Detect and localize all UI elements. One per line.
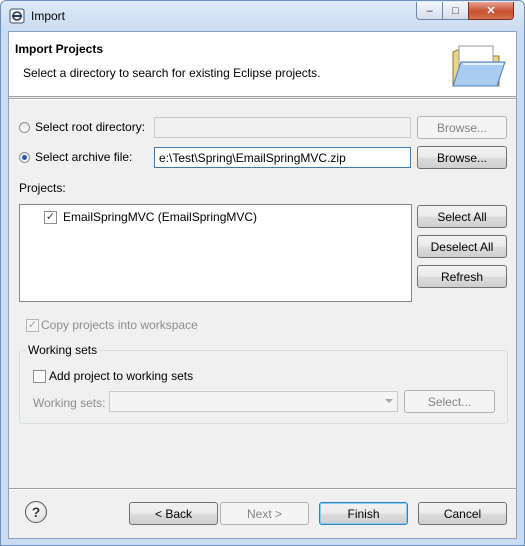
- project-checkbox[interactable]: ✓: [44, 211, 57, 224]
- finish-button[interactable]: Finish: [319, 502, 408, 525]
- root-directory-label: Select root directory:: [35, 120, 146, 134]
- folder-icon: [452, 45, 506, 87]
- root-directory-radio[interactable]: [19, 122, 30, 133]
- close-icon: ✕: [486, 5, 496, 17]
- dialog-client-area: Import Projects Select a directory to se…: [8, 31, 517, 539]
- working-sets-label: Working sets:: [33, 396, 106, 410]
- copy-projects-checkbox[interactable]: ✓: [26, 319, 39, 332]
- maximize-icon: □: [452, 4, 459, 17]
- select-working-sets-button[interactable]: Select...: [404, 390, 495, 413]
- projects-list[interactable]: ✓ EmailSpringMVC (EmailSpringMVC): [19, 204, 412, 302]
- help-icon[interactable]: ?: [25, 501, 47, 523]
- cancel-button[interactable]: Cancel: [418, 502, 507, 525]
- eclipse-app-icon: [9, 8, 25, 24]
- minimize-button[interactable]: –: [416, 2, 443, 20]
- add-to-working-sets-checkbox[interactable]: [33, 370, 46, 383]
- add-to-working-sets-label: Add project to working sets: [49, 369, 194, 383]
- footer-separator: [9, 488, 516, 490]
- archive-browse-button[interactable]: Browse...: [417, 146, 507, 169]
- working-sets-combo[interactable]: [109, 391, 398, 412]
- next-button[interactable]: Next >: [220, 502, 309, 525]
- project-item-label[interactable]: EmailSpringMVC (EmailSpringMVC): [63, 210, 257, 224]
- wizard-header: Import Projects Select a directory to se…: [9, 32, 516, 97]
- header-separator: [9, 98, 516, 100]
- deselect-all-button[interactable]: Deselect All: [417, 235, 507, 258]
- archive-file-radio[interactable]: [19, 152, 30, 163]
- import-dialog: Import – □ ✕ Import Projects Select a di…: [0, 0, 525, 546]
- chevron-down-icon: [385, 399, 393, 403]
- minimize-icon: –: [426, 4, 433, 17]
- close-button[interactable]: ✕: [468, 2, 514, 20]
- page-description: Select a directory to search for existin…: [23, 66, 321, 80]
- page-title: Import Projects: [15, 42, 104, 56]
- archive-file-label: Select archive file:: [35, 150, 133, 164]
- working-sets-group-title: Working sets: [26, 343, 100, 357]
- select-all-button[interactable]: Select All: [417, 205, 507, 228]
- root-directory-input[interactable]: [154, 117, 411, 138]
- refresh-button[interactable]: Refresh: [417, 265, 507, 288]
- root-browse-button[interactable]: Browse...: [417, 116, 507, 139]
- back-button[interactable]: < Back: [129, 502, 218, 525]
- maximize-button[interactable]: □: [442, 2, 469, 20]
- window-title: Import: [31, 9, 66, 23]
- projects-label: Projects:: [19, 181, 66, 195]
- title-bar[interactable]: Import – □ ✕: [1, 1, 524, 31]
- archive-file-input[interactable]: e:\Test\Spring\EmailSpringMVC.zip: [154, 147, 411, 168]
- copy-projects-label: Copy projects into workspace: [41, 318, 198, 332]
